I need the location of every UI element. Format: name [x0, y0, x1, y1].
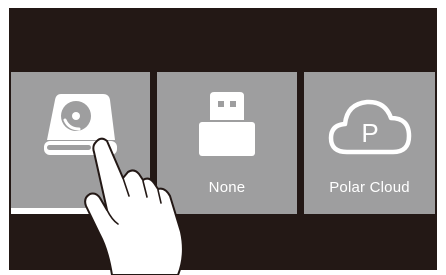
- tile-label-usb: None: [208, 179, 246, 196]
- cloud-p-icon: P: [327, 96, 413, 158]
- tile-label-polar-cloud: Polar Cloud: [329, 179, 410, 196]
- hard-drive-icon: [41, 90, 121, 160]
- touch-screen: None P Polar Cloud: [9, 8, 437, 270]
- usb-drive-icon: [197, 92, 257, 158]
- tile-local-storage[interactable]: [11, 72, 150, 214]
- selected-indicator: [11, 208, 150, 214]
- tile-polar-cloud[interactable]: P Polar Cloud: [304, 72, 435, 214]
- cloud-p-letter: P: [361, 118, 378, 148]
- tile-usb[interactable]: None: [157, 72, 297, 214]
